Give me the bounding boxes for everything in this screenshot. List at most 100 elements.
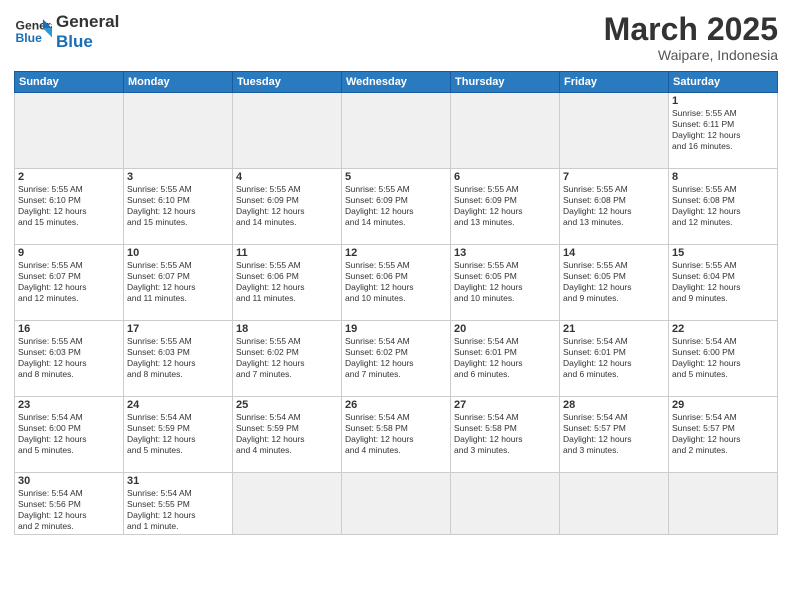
table-row — [233, 93, 342, 169]
day-number: 18 — [236, 323, 338, 335]
table-row: 15Sunrise: 5:55 AM Sunset: 6:04 PM Dayli… — [669, 245, 778, 321]
day-info: Sunrise: 5:54 AM Sunset: 6:02 PM Dayligh… — [345, 336, 414, 379]
month-title: March 2025 — [604, 12, 778, 47]
day-info: Sunrise: 5:54 AM Sunset: 5:59 PM Dayligh… — [127, 412, 196, 455]
table-row: 26Sunrise: 5:54 AM Sunset: 5:58 PM Dayli… — [342, 397, 451, 473]
day-number: 7 — [563, 171, 665, 183]
table-row: 28Sunrise: 5:54 AM Sunset: 5:57 PM Dayli… — [560, 397, 669, 473]
svg-text:Blue: Blue — [16, 31, 43, 45]
calendar-week-row: 23Sunrise: 5:54 AM Sunset: 6:00 PM Dayli… — [15, 397, 778, 473]
day-number: 19 — [345, 323, 447, 335]
day-number: 25 — [236, 399, 338, 411]
day-number: 13 — [454, 247, 556, 259]
table-row: 9Sunrise: 5:55 AM Sunset: 6:07 PM Daylig… — [15, 245, 124, 321]
day-number: 4 — [236, 171, 338, 183]
day-info: Sunrise: 5:55 AM Sunset: 6:04 PM Dayligh… — [672, 260, 741, 303]
day-number: 31 — [127, 475, 229, 487]
day-number: 9 — [18, 247, 120, 259]
table-row: 12Sunrise: 5:55 AM Sunset: 6:06 PM Dayli… — [342, 245, 451, 321]
day-number: 23 — [18, 399, 120, 411]
page: General Blue General Blue March 2025 Wai… — [0, 0, 792, 612]
table-row: 16Sunrise: 5:55 AM Sunset: 6:03 PM Dayli… — [15, 321, 124, 397]
day-number: 21 — [563, 323, 665, 335]
table-row — [233, 473, 342, 535]
col-friday: Friday — [560, 72, 669, 93]
col-saturday: Saturday — [669, 72, 778, 93]
day-info: Sunrise: 5:55 AM Sunset: 6:08 PM Dayligh… — [563, 184, 632, 227]
table-row — [15, 93, 124, 169]
col-monday: Monday — [124, 72, 233, 93]
table-row — [560, 473, 669, 535]
calendar: Sunday Monday Tuesday Wednesday Thursday… — [14, 71, 778, 535]
logo-icon: General Blue — [14, 13, 52, 51]
day-number: 20 — [454, 323, 556, 335]
day-info: Sunrise: 5:55 AM Sunset: 6:10 PM Dayligh… — [127, 184, 196, 227]
table-row: 4Sunrise: 5:55 AM Sunset: 6:09 PM Daylig… — [233, 169, 342, 245]
day-info: Sunrise: 5:55 AM Sunset: 6:09 PM Dayligh… — [236, 184, 305, 227]
day-number: 11 — [236, 247, 338, 259]
table-row: 27Sunrise: 5:54 AM Sunset: 5:58 PM Dayli… — [451, 397, 560, 473]
table-row: 21Sunrise: 5:54 AM Sunset: 6:01 PM Dayli… — [560, 321, 669, 397]
day-number: 2 — [18, 171, 120, 183]
day-number: 17 — [127, 323, 229, 335]
table-row: 11Sunrise: 5:55 AM Sunset: 6:06 PM Dayli… — [233, 245, 342, 321]
day-number: 24 — [127, 399, 229, 411]
day-info: Sunrise: 5:55 AM Sunset: 6:03 PM Dayligh… — [127, 336, 196, 379]
table-row: 31Sunrise: 5:54 AM Sunset: 5:55 PM Dayli… — [124, 473, 233, 535]
day-info: Sunrise: 5:55 AM Sunset: 6:02 PM Dayligh… — [236, 336, 305, 379]
col-tuesday: Tuesday — [233, 72, 342, 93]
logo: General Blue General Blue — [14, 12, 119, 53]
day-info: Sunrise: 5:54 AM Sunset: 6:01 PM Dayligh… — [563, 336, 632, 379]
table-row — [124, 93, 233, 169]
day-number: 1 — [672, 95, 774, 107]
table-row: 2Sunrise: 5:55 AM Sunset: 6:10 PM Daylig… — [15, 169, 124, 245]
day-number: 8 — [672, 171, 774, 183]
day-number: 30 — [18, 475, 120, 487]
table-row: 5Sunrise: 5:55 AM Sunset: 6:09 PM Daylig… — [342, 169, 451, 245]
table-row: 13Sunrise: 5:55 AM Sunset: 6:05 PM Dayli… — [451, 245, 560, 321]
col-sunday: Sunday — [15, 72, 124, 93]
day-number: 16 — [18, 323, 120, 335]
table-row: 6Sunrise: 5:55 AM Sunset: 6:09 PM Daylig… — [451, 169, 560, 245]
table-row: 23Sunrise: 5:54 AM Sunset: 6:00 PM Dayli… — [15, 397, 124, 473]
day-info: Sunrise: 5:55 AM Sunset: 6:09 PM Dayligh… — [345, 184, 414, 227]
day-number: 26 — [345, 399, 447, 411]
day-info: Sunrise: 5:54 AM Sunset: 6:01 PM Dayligh… — [454, 336, 523, 379]
location: Waipare, Indonesia — [604, 47, 778, 63]
table-row: 24Sunrise: 5:54 AM Sunset: 5:59 PM Dayli… — [124, 397, 233, 473]
table-row: 7Sunrise: 5:55 AM Sunset: 6:08 PM Daylig… — [560, 169, 669, 245]
day-info: Sunrise: 5:55 AM Sunset: 6:06 PM Dayligh… — [236, 260, 305, 303]
table-row: 8Sunrise: 5:55 AM Sunset: 6:08 PM Daylig… — [669, 169, 778, 245]
header: General Blue General Blue March 2025 Wai… — [14, 12, 778, 63]
logo-blue: Blue — [56, 32, 119, 52]
table-row: 20Sunrise: 5:54 AM Sunset: 6:01 PM Dayli… — [451, 321, 560, 397]
day-info: Sunrise: 5:55 AM Sunset: 6:10 PM Dayligh… — [18, 184, 87, 227]
table-row: 18Sunrise: 5:55 AM Sunset: 6:02 PM Dayli… — [233, 321, 342, 397]
table-row: 29Sunrise: 5:54 AM Sunset: 5:57 PM Dayli… — [669, 397, 778, 473]
day-info: Sunrise: 5:55 AM Sunset: 6:05 PM Dayligh… — [454, 260, 523, 303]
day-info: Sunrise: 5:54 AM Sunset: 6:00 PM Dayligh… — [672, 336, 741, 379]
table-row — [342, 93, 451, 169]
table-row: 3Sunrise: 5:55 AM Sunset: 6:10 PM Daylig… — [124, 169, 233, 245]
calendar-week-row: 30Sunrise: 5:54 AM Sunset: 5:56 PM Dayli… — [15, 473, 778, 535]
table-row: 22Sunrise: 5:54 AM Sunset: 6:00 PM Dayli… — [669, 321, 778, 397]
day-info: Sunrise: 5:54 AM Sunset: 5:55 PM Dayligh… — [127, 488, 196, 531]
day-info: Sunrise: 5:55 AM Sunset: 6:06 PM Dayligh… — [345, 260, 414, 303]
table-row: 14Sunrise: 5:55 AM Sunset: 6:05 PM Dayli… — [560, 245, 669, 321]
table-row: 17Sunrise: 5:55 AM Sunset: 6:03 PM Dayli… — [124, 321, 233, 397]
day-info: Sunrise: 5:54 AM Sunset: 5:58 PM Dayligh… — [345, 412, 414, 455]
day-number: 29 — [672, 399, 774, 411]
day-info: Sunrise: 5:55 AM Sunset: 6:07 PM Dayligh… — [127, 260, 196, 303]
day-number: 6 — [454, 171, 556, 183]
day-number: 3 — [127, 171, 229, 183]
day-info: Sunrise: 5:54 AM Sunset: 5:56 PM Dayligh… — [18, 488, 87, 531]
table-row — [451, 473, 560, 535]
table-row: 25Sunrise: 5:54 AM Sunset: 5:59 PM Dayli… — [233, 397, 342, 473]
table-row — [342, 473, 451, 535]
day-number: 27 — [454, 399, 556, 411]
day-number: 14 — [563, 247, 665, 259]
table-row: 10Sunrise: 5:55 AM Sunset: 6:07 PM Dayli… — [124, 245, 233, 321]
table-row: 1Sunrise: 5:55 AM Sunset: 6:11 PM Daylig… — [669, 93, 778, 169]
day-info: Sunrise: 5:55 AM Sunset: 6:09 PM Dayligh… — [454, 184, 523, 227]
day-number: 28 — [563, 399, 665, 411]
